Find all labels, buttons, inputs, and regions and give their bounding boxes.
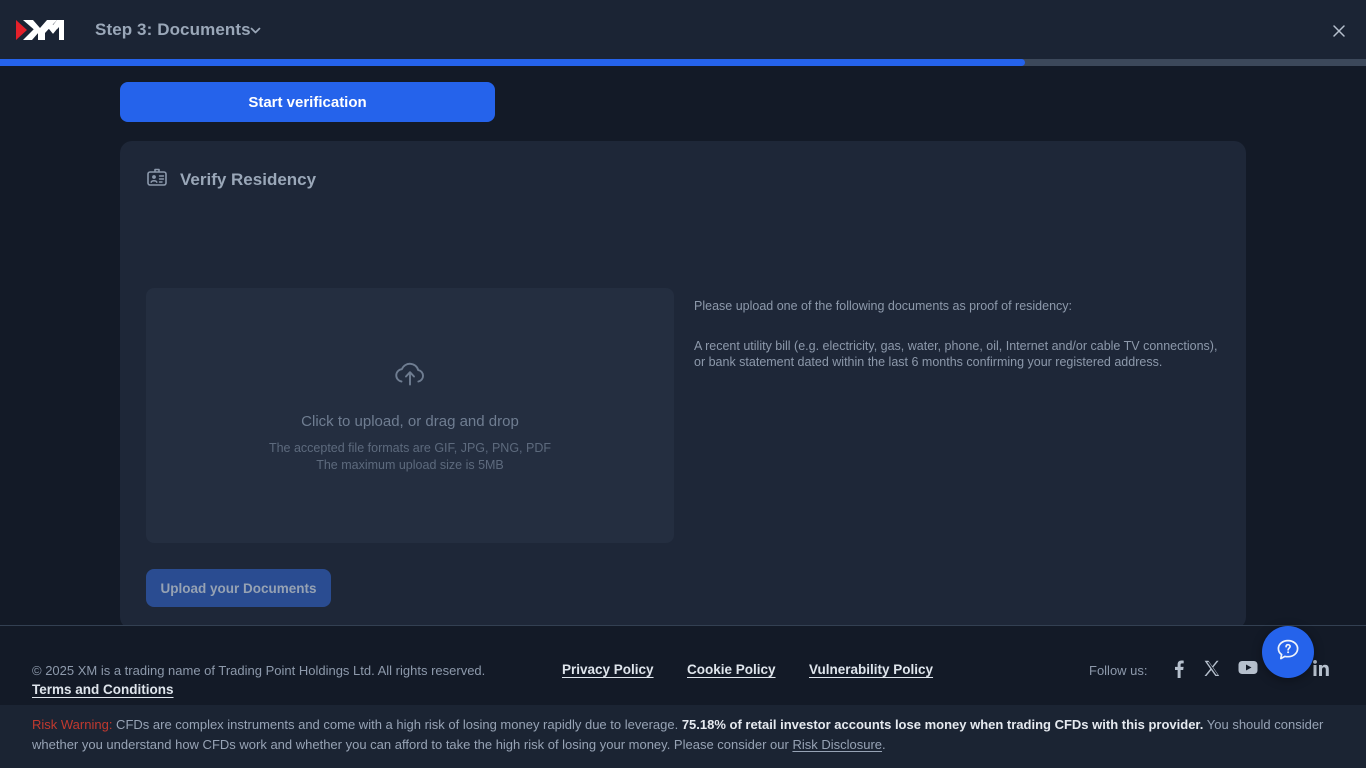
- risk-text-bold: 75.18% of retail investor accounts lose …: [682, 717, 1204, 732]
- id-badge-icon: [146, 166, 168, 193]
- start-verification-button[interactable]: Start verification: [120, 82, 495, 122]
- main-content: Start verification Verify Residency: [0, 66, 1366, 625]
- help-chat-button[interactable]: [1262, 626, 1314, 678]
- dropzone-formats-text: The accepted file formats are GIF, JPG, …: [269, 440, 551, 457]
- help-chat-icon: [1275, 637, 1301, 668]
- app-footer: © 2025 XM is a trading name of Trading P…: [0, 626, 1366, 705]
- close-icon[interactable]: [1326, 18, 1352, 44]
- chevron-down-icon[interactable]: [249, 24, 262, 37]
- risk-text-part1: CFDs are complex instruments and come wi…: [112, 717, 681, 732]
- instructions-intro: Please upload one of the following docum…: [694, 298, 1224, 314]
- risk-disclosure-link[interactable]: Risk Disclosure: [792, 737, 882, 752]
- app-header: Step 3: Documents: [0, 0, 1366, 60]
- footer-link-terms-and-conditions[interactable]: Terms and Conditions: [32, 682, 174, 697]
- risk-warning-label: Risk Warning:: [32, 717, 112, 732]
- youtube-icon[interactable]: [1238, 660, 1258, 675]
- progress-bar-fill: [0, 59, 1025, 66]
- instructions-detail: A recent utility bill (e.g. electricity,…: [694, 338, 1224, 370]
- cloud-upload-icon: [392, 358, 428, 395]
- risk-warning-bar: Risk Warning: CFDs are complex instrumen…: [0, 705, 1366, 768]
- copyright-text: © 2025 XM is a trading name of Trading P…: [32, 663, 485, 678]
- risk-text-part3: .: [882, 737, 886, 752]
- facebook-icon[interactable]: [1170, 660, 1186, 678]
- x-twitter-icon[interactable]: [1204, 660, 1221, 677]
- app-root: Step 3: Documents Start verification: [0, 0, 1366, 768]
- progress-bar: [0, 59, 1366, 66]
- dropzone-size-text: The maximum upload size is 5MB: [316, 457, 504, 474]
- verify-residency-card: Verify Residency Click to upload, or dra…: [120, 141, 1246, 629]
- xm-logo[interactable]: [16, 19, 64, 41]
- risk-warning-text: Risk Warning: CFDs are complex instrumen…: [32, 715, 1334, 755]
- dropzone-primary-text: Click to upload, or drag and drop: [301, 413, 519, 430]
- footer-link-cookie-policy[interactable]: Cookie Policy: [687, 662, 776, 677]
- xm-logo-icon: [16, 19, 64, 41]
- card-title: Verify Residency: [180, 170, 316, 190]
- footer-link-vulnerability-policy[interactable]: Vulnerability Policy: [809, 662, 933, 677]
- upload-documents-button[interactable]: Upload your Documents: [146, 569, 331, 607]
- follow-us-label: Follow us:: [1089, 663, 1148, 678]
- page-title: Step 3: Documents: [95, 18, 251, 42]
- residency-instructions: Please upload one of the following docum…: [694, 298, 1224, 370]
- footer-link-privacy-policy[interactable]: Privacy Policy: [562, 662, 654, 677]
- file-dropzone[interactable]: Click to upload, or drag and drop The ac…: [146, 288, 674, 543]
- card-header: Verify Residency: [146, 166, 316, 193]
- linkedin-icon[interactable]: [1313, 660, 1329, 676]
